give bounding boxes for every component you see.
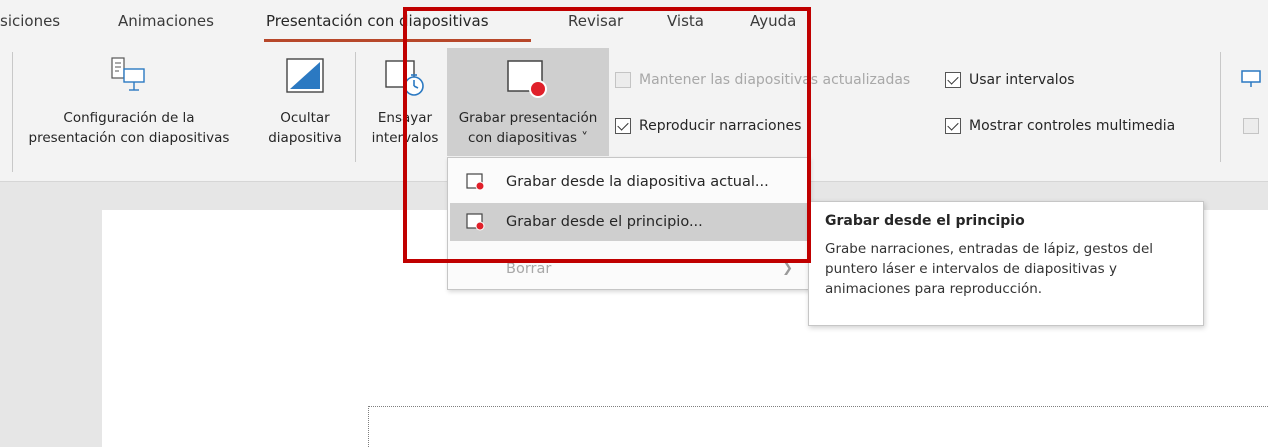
- setup-slideshow-button[interactable]: Configuración de la presentación con dia…: [0, 46, 258, 156]
- tab-animaciones[interactable]: Animaciones: [118, 12, 214, 30]
- record-label-line2: con diapositivas ˅: [467, 130, 589, 146]
- play-narrations-checkbox[interactable]: Reproducir narraciones: [615, 118, 801, 134]
- record-slideshow-icon: [507, 60, 547, 98]
- slideshow-setup-icon: [111, 57, 145, 91]
- tab-transiciones[interactable]: siciones: [0, 12, 60, 30]
- record-slideshow-icon: [466, 173, 485, 191]
- chevron-right-icon: ❯: [782, 261, 793, 276]
- ribbon-separator: [1220, 52, 1221, 162]
- hide-slide-icon: [286, 58, 324, 93]
- rehearse-label-line2: intervalos: [371, 130, 439, 146]
- hide-label-line2: diapositiva: [268, 130, 342, 146]
- hide-slide-button[interactable]: Ocultar diapositiva: [262, 46, 348, 156]
- setup-label-line2: presentación con diapositivas: [28, 130, 230, 146]
- keep-slides-updated-label: Mantener las diapositivas actualizadas: [639, 72, 911, 88]
- tab-revisar[interactable]: Revisar: [568, 12, 623, 30]
- ribbon-tab-bar: siciones Animaciones Presentación con di…: [0, 0, 1268, 42]
- tooltip-body: Grabe narraciones, entradas de lápiz, ge…: [825, 241, 1154, 297]
- record-slideshow-button[interactable]: Grabar presentación con diapositivas ˅: [447, 48, 609, 156]
- checkbox-box: [615, 118, 631, 134]
- tooltip-title: Grabar desde el principio: [825, 213, 1025, 229]
- tooltip: Grabar desde el principio Grabe narracio…: [808, 201, 1204, 326]
- show-media-controls-label: Mostrar controles multimedia: [969, 118, 1176, 134]
- menu-item-label: Borrar: [506, 261, 552, 277]
- checkbox-box: [615, 72, 631, 88]
- menu-item-clear[interactable]: Borrar ❯: [450, 250, 807, 288]
- use-timings-checkbox[interactable]: Usar intervalos: [945, 72, 1075, 88]
- play-narrations-label: Reproducir narraciones: [639, 118, 802, 134]
- checkbox-box: [945, 118, 961, 134]
- rehearse-timings-icon: [385, 60, 424, 96]
- rehearse-timings-button[interactable]: Ensayar intervalos: [364, 46, 446, 156]
- show-media-controls-checkbox[interactable]: Mostrar controles multimedia: [945, 118, 1175, 134]
- checkbox-box: [945, 72, 961, 88]
- use-timings-label: Usar intervalos: [969, 72, 1075, 88]
- slide-placeholder[interactable]: [368, 406, 1268, 447]
- record-dropdown-menu: Grabar desde la diapositiva actual... Gr…: [447, 157, 810, 290]
- menu-item-record-current[interactable]: Grabar desde la diapositiva actual...: [450, 163, 807, 201]
- ribbon-separator: [355, 52, 356, 162]
- tab-presentacion-con-diapositivas[interactable]: Presentación con diapositivas: [266, 12, 489, 30]
- tab-vista[interactable]: Vista: [667, 12, 704, 30]
- hide-label-line1: Ocultar: [280, 110, 330, 126]
- presenter-view-checkbox[interactable]: [1243, 118, 1259, 134]
- menu-item-record-beginning[interactable]: Grabar desde el principio...: [450, 203, 807, 241]
- menu-item-label: Grabar desde el principio...: [506, 214, 703, 230]
- record-label-line1: Grabar presentación: [458, 110, 598, 126]
- record-slideshow-icon: [466, 213, 485, 231]
- keep-slides-updated-checkbox[interactable]: Mantener las diapositivas actualizadas: [615, 72, 910, 88]
- monitor-icon[interactable]: [1241, 70, 1261, 88]
- setup-label-line1: Configuración de la: [63, 110, 195, 126]
- menu-item-label: Grabar desde la diapositiva actual...: [506, 174, 769, 190]
- rehearse-label-line1: Ensayar: [377, 110, 433, 126]
- tab-ayuda[interactable]: Ayuda: [750, 12, 796, 30]
